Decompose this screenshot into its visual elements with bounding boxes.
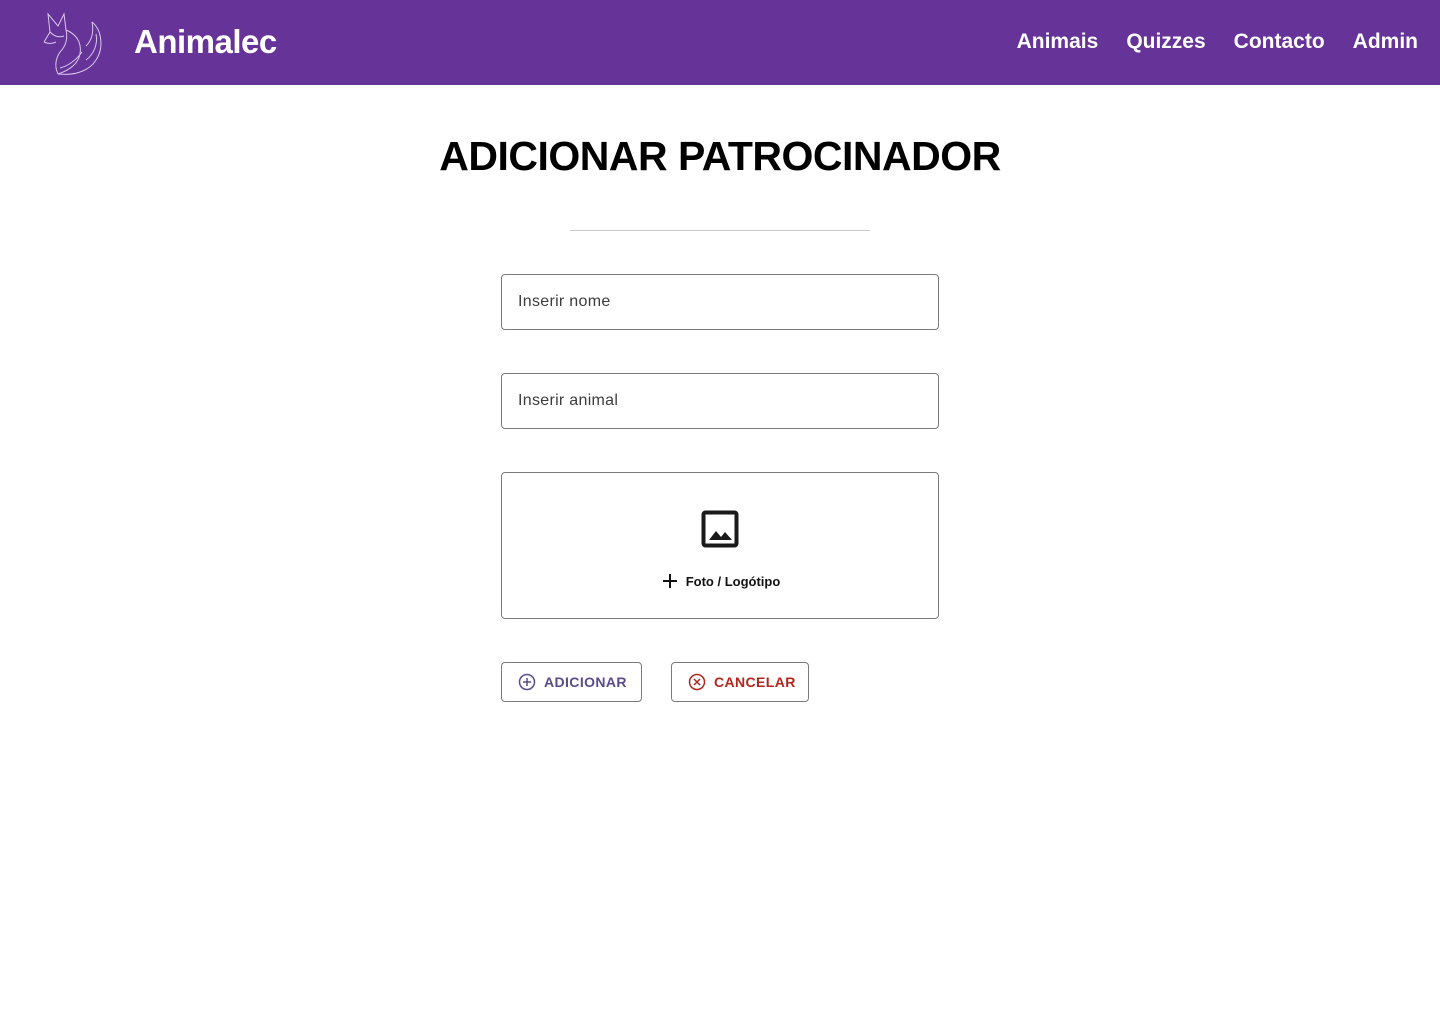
cancel-button[interactable]: CANCELAR — [671, 662, 809, 702]
add-button[interactable]: ADICIONAR — [501, 662, 642, 702]
upload-label-row: Foto / Logótipo — [502, 570, 940, 592]
cancel-button-label: CANCELAR — [714, 674, 796, 690]
add-button-label: ADICIONAR — [544, 674, 627, 690]
upload-label: Foto / Logótipo — [685, 573, 781, 589]
animal-input[interactable] — [501, 373, 939, 429]
plus-circle-icon — [518, 673, 536, 691]
title-divider — [570, 230, 870, 231]
fox-logo-icon[interactable] — [36, 8, 106, 78]
name-input[interactable] — [501, 274, 939, 330]
nav-quizzes[interactable]: Quizzes — [1126, 22, 1205, 62]
nav-admin[interactable]: Admin — [1353, 22, 1418, 62]
photo-upload-area[interactable]: Foto / Logótipo — [501, 472, 939, 619]
main-nav: Animais Quizzes Contacto Admin — [1017, 22, 1418, 62]
top-navbar: Animalec Animais Quizzes Contacto Admin — [0, 0, 1440, 85]
page-title: ADICIONAR PATROCINADOR — [439, 133, 1001, 179]
nav-animais[interactable]: Animais — [1017, 22, 1099, 62]
nav-contacto[interactable]: Contacto — [1234, 22, 1325, 62]
image-icon — [701, 510, 739, 548]
brand-name[interactable]: Animalec — [134, 22, 277, 62]
plus-icon — [662, 574, 677, 588]
x-circle-icon — [688, 673, 706, 691]
